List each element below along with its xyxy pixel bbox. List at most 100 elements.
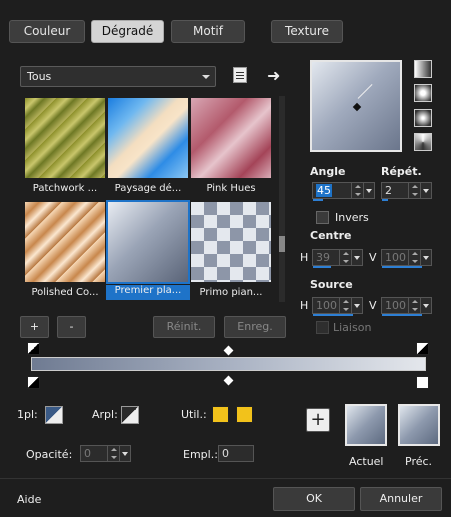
source-h-input[interactable]: 100 <box>312 297 363 316</box>
angle-dropdown[interactable] <box>363 182 375 199</box>
scrollbar-thumb[interactable] <box>279 236 285 252</box>
reset-button[interactable]: Réinit. <box>153 316 215 338</box>
centre-h-dropdown[interactable] <box>351 249 363 266</box>
empl-input[interactable]: 0 <box>218 445 254 462</box>
ok-button[interactable]: OK <box>273 487 355 511</box>
angle-value: 45 <box>316 184 332 197</box>
repeat-stepper[interactable] <box>408 183 420 198</box>
bottom-left-stop-marker[interactable] <box>27 376 40 389</box>
thumbnail-polished-copper[interactable] <box>25 202 105 282</box>
bottom-midpoint-marker[interactable] <box>223 375 234 386</box>
thumbnail-paysage[interactable] <box>108 98 188 178</box>
opacity-input[interactable]: 0 <box>80 445 131 462</box>
thumbnail-pink-hues[interactable] <box>191 98 271 178</box>
util-label: Util.: <box>181 408 207 421</box>
repeat-slider[interactable] <box>382 199 388 201</box>
thumbnail-label: Premier pla... <box>106 285 190 300</box>
cancel-button[interactable]: Annuler <box>360 487 442 511</box>
thumbnail-scrollbar[interactable] <box>279 96 285 302</box>
opacity-value: 0 <box>84 447 91 460</box>
centre-h-label: H <box>300 251 309 264</box>
category-dropdown-value: Tous <box>27 70 52 83</box>
source-h-slider[interactable] <box>313 314 353 316</box>
source-h-value: 100 <box>316 299 337 312</box>
source-h-dropdown[interactable] <box>351 297 363 314</box>
empl-value: 0 <box>222 447 229 460</box>
bottom-right-stop-marker[interactable] <box>416 376 429 389</box>
centre-label: Centre <box>310 229 352 242</box>
repeat-value: 2 <box>385 184 392 197</box>
source-label: Source <box>310 278 353 291</box>
category-dropdown[interactable]: Tous <box>20 66 216 87</box>
remove-gradient-button[interactable]: - <box>57 316 86 338</box>
user-color-swatch[interactable] <box>212 406 229 423</box>
empl-label: Empl.: <box>183 448 218 461</box>
background-stop-icon[interactable] <box>121 406 139 424</box>
help-link[interactable]: Aide <box>17 493 41 506</box>
current-label: Actuel <box>349 455 384 468</box>
thumbnail-patchwork[interactable] <box>25 98 105 178</box>
source-h-stepper[interactable] <box>339 298 351 313</box>
centre-h-stepper[interactable] <box>339 250 351 265</box>
arrow-right-icon[interactable]: ➜ <box>267 66 280 85</box>
thumbnail-label: Patchwork ... <box>32 183 98 194</box>
chevron-down-icon <box>202 75 210 79</box>
thumbnail-label: Polished Co... <box>31 287 99 298</box>
angle-input[interactable]: 45 <box>312 182 375 201</box>
tab-degrade[interactable]: Dégradé <box>91 20 164 43</box>
top-left-stop-marker[interactable] <box>27 342 40 355</box>
repeat-input[interactable]: 2 <box>381 182 432 201</box>
linear-style-icon[interactable] <box>414 60 432 78</box>
opacity-dropdown[interactable] <box>119 445 131 462</box>
link-label: Liaison <box>333 321 372 334</box>
angle-slider[interactable] <box>313 199 323 201</box>
thumbnail-label: Paysage dé... <box>114 183 182 194</box>
opacity-stepper[interactable] <box>107 446 119 461</box>
centre-v-value: 100 <box>385 251 406 264</box>
repeat-label: Répét. <box>381 165 422 178</box>
repeat-dropdown[interactable] <box>420 182 432 199</box>
add-stop-button[interactable]: + <box>306 408 330 432</box>
opacity-label: Opacité: <box>26 448 73 461</box>
angle-handle[interactable] <box>352 102 362 112</box>
previous-label: Préc. <box>405 455 433 468</box>
sunburst-style-icon[interactable] <box>414 109 432 127</box>
source-v-input[interactable]: 100 <box>381 297 432 316</box>
thumbnail-label: Pink Hues <box>206 183 256 194</box>
gradient-editor-preview[interactable] <box>310 60 402 152</box>
tab-motif[interactable]: Motif <box>171 20 245 43</box>
link-checkbox[interactable] <box>316 321 329 334</box>
top-right-stop-marker[interactable] <box>416 342 429 355</box>
thumbnail-primo-piano[interactable] <box>191 202 271 282</box>
top-midpoint-marker[interactable] <box>223 345 234 356</box>
add-gradient-button[interactable]: + <box>20 316 49 338</box>
foreground-stop-icon[interactable] <box>45 406 63 424</box>
source-v-stepper[interactable] <box>408 298 420 313</box>
radial-style-icon[interactable] <box>414 133 432 151</box>
source-v-dropdown[interactable] <box>420 297 432 314</box>
centre-h-input[interactable]: 39 <box>312 249 363 268</box>
tab-couleur[interactable]: Couleur <box>9 20 85 43</box>
rectangular-style-icon[interactable] <box>414 84 432 102</box>
current-gradient-preview <box>345 404 387 446</box>
source-v-slider[interactable] <box>382 314 422 316</box>
angle-line <box>357 84 373 99</box>
save-button[interactable]: Enreg. <box>224 316 286 338</box>
open-folder-icon[interactable] <box>233 67 247 83</box>
centre-v-dropdown[interactable] <box>420 249 432 266</box>
centre-h-slider[interactable] <box>313 266 331 268</box>
thumbnail-premier-plan[interactable] <box>106 200 190 284</box>
centre-v-label: V <box>369 251 377 264</box>
angle-stepper[interactable] <box>351 183 363 198</box>
centre-v-stepper[interactable] <box>408 250 420 265</box>
previous-gradient-preview[interactable] <box>398 404 440 446</box>
thumbnail-label: Primo pian... <box>199 287 263 298</box>
opl-label: 1pl: <box>17 408 38 421</box>
centre-v-input[interactable]: 100 <box>381 249 432 268</box>
source-v-label: V <box>369 299 377 312</box>
centre-v-slider[interactable] <box>382 266 422 268</box>
user-color-swatch-2[interactable] <box>236 406 253 423</box>
gradient-bar[interactable] <box>31 357 426 371</box>
invert-checkbox[interactable] <box>316 211 329 224</box>
tab-texture[interactable]: Texture <box>271 20 343 43</box>
